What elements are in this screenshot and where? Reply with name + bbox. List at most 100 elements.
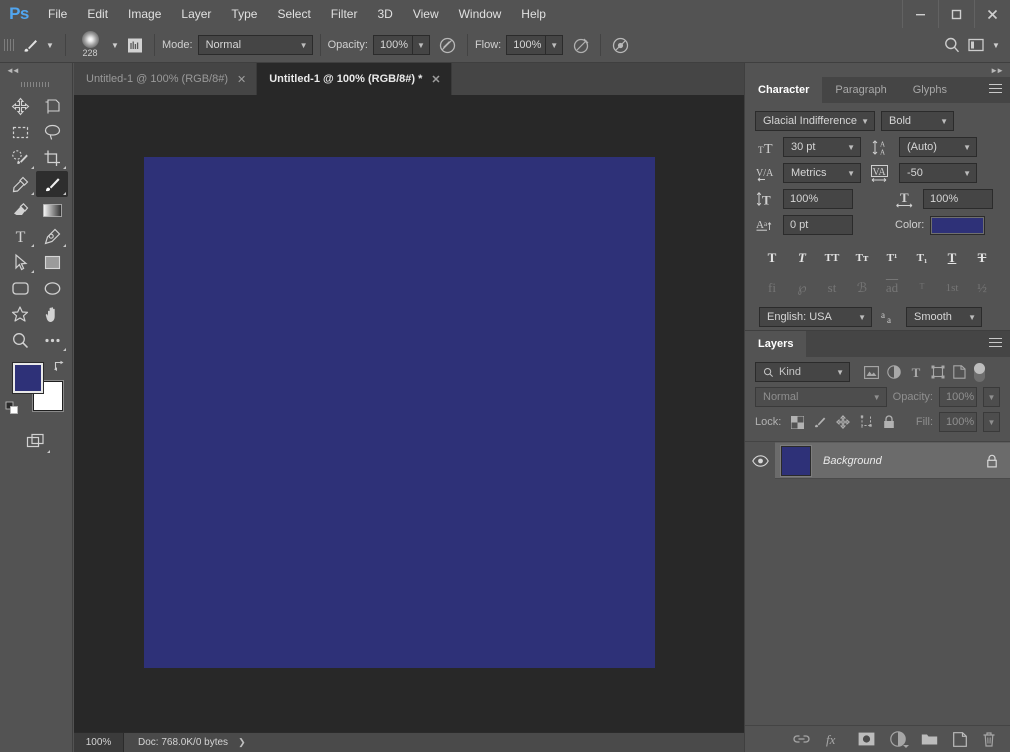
eyedropper-tool[interactable] (4, 171, 36, 197)
faux-italic-button[interactable]: T (789, 247, 815, 269)
rectangle-shape-tool[interactable] (36, 249, 68, 275)
flow-input[interactable]: 100% (506, 35, 547, 55)
default-colors-icon[interactable] (5, 401, 19, 415)
brush-tool-icon[interactable] (18, 34, 42, 56)
add-layer-mask-icon[interactable] (858, 732, 875, 746)
minimize-icon[interactable] (902, 0, 938, 28)
custom-shape-tool[interactable] (4, 301, 36, 327)
link-layers-icon[interactable] (793, 733, 810, 745)
foreground-color-swatch[interactable] (12, 362, 44, 394)
search-icon[interactable] (940, 33, 964, 57)
swash-button[interactable]: ℬ (849, 277, 875, 299)
small-caps-button[interactable]: Tт (849, 247, 875, 269)
new-group-icon[interactable] (921, 732, 938, 746)
eye-icon[interactable] (745, 454, 775, 467)
pixel-filter-icon[interactable] (864, 365, 879, 379)
menu-image[interactable]: Image (118, 0, 171, 28)
filter-enable-toggle[interactable] (974, 362, 985, 382)
move-tool[interactable] (4, 93, 36, 119)
hand-tool[interactable] (36, 301, 68, 327)
delete-layer-icon[interactable] (982, 731, 996, 747)
pressure-opacity-icon[interactable] (436, 33, 460, 57)
lock-transparent-pixels-icon[interactable] (791, 415, 805, 429)
lock-all-icon[interactable] (883, 415, 895, 429)
zoom-level-input[interactable]: 100% (74, 732, 124, 752)
workspace-caret[interactable]: ▼ (988, 35, 1004, 55)
antialias-select[interactable]: Smooth ▼ (906, 307, 982, 327)
menu-filter[interactable]: Filter (321, 0, 368, 28)
discretionary-ligatures-button[interactable]: st (819, 277, 845, 299)
fractions-button[interactable]: ½ (969, 277, 995, 299)
path-selection-tool[interactable] (4, 249, 36, 275)
faux-bold-button[interactable]: T (759, 247, 785, 269)
tab-layers[interactable]: Layers (745, 331, 807, 357)
tracking-select[interactable]: -50 ▼ (899, 163, 977, 183)
layer-row-background[interactable]: Background (745, 442, 1010, 479)
layer-blend-mode-select[interactable]: Normal ▼ (755, 387, 887, 407)
baseline-shift-input[interactable]: 0 pt (783, 215, 853, 235)
layer-row-content[interactable]: Background (775, 442, 1010, 479)
tab-paragraph[interactable]: Paragraph (822, 77, 900, 103)
tools-panel-grip[interactable] (0, 77, 72, 91)
strikethrough-button[interactable]: T (969, 247, 995, 269)
crop-tool[interactable] (36, 145, 68, 171)
leading-select[interactable]: (Auto) ▼ (899, 137, 977, 157)
document-tab-2[interactable]: Untitled-1 @ 100% (RGB/8#) * ✕ (257, 63, 452, 95)
menu-edit[interactable]: Edit (77, 0, 118, 28)
document-artboard[interactable] (144, 157, 655, 668)
document-tab-1[interactable]: Untitled-1 @ 100% (RGB/8#) ✕ (74, 63, 258, 95)
layer-fill-stepper[interactable]: ▼ (983, 412, 1000, 432)
brush-preset-preview[interactable]: 228 (73, 30, 107, 60)
chevron-right-icon[interactable]: ❯ (238, 737, 246, 748)
lasso-tool[interactable] (36, 119, 68, 145)
blend-mode-select[interactable]: Normal ▼ (197, 35, 313, 55)
screen-mode-icon[interactable] (20, 429, 52, 455)
layer-filter-kind-select[interactable]: Kind ▼ (755, 362, 850, 382)
rounded-rectangle-tool[interactable] (4, 275, 36, 301)
pressure-size-icon[interactable] (608, 33, 632, 57)
shape-filter-icon[interactable] (931, 365, 945, 379)
menu-layer[interactable]: Layer (171, 0, 221, 28)
titling-alternates-button[interactable]: ᵀ (909, 277, 935, 299)
tab-glyphs[interactable]: Glyphs (899, 77, 960, 103)
zoom-tool[interactable] (4, 327, 36, 353)
menu-file[interactable]: File (38, 0, 77, 28)
pen-tool[interactable] (36, 223, 68, 249)
collapse-panel-icon[interactable]: ◄◄ (0, 63, 72, 77)
close-icon[interactable]: ✕ (237, 73, 246, 86)
menu-help[interactable]: Help (511, 0, 556, 28)
type-filter-icon[interactable]: T (909, 365, 923, 379)
menu-type[interactable]: Type (221, 0, 267, 28)
menu-window[interactable]: Window (449, 0, 512, 28)
canvas-area[interactable] (74, 95, 744, 732)
type-tool[interactable]: T (4, 223, 36, 249)
superscript-button[interactable]: T¹ (879, 247, 905, 269)
opacity-input[interactable]: 100% (372, 35, 413, 55)
menu-select[interactable]: Select (267, 0, 320, 28)
tab-character[interactable]: Character (745, 77, 823, 103)
underline-button[interactable]: T (939, 247, 965, 269)
layer-fill-input[interactable]: 100% (939, 412, 977, 432)
font-style-select[interactable]: Bold ▼ (881, 111, 954, 131)
menu-view[interactable]: View (403, 0, 449, 28)
layer-thumbnail[interactable] (781, 445, 811, 476)
eraser-tool[interactable] (4, 197, 36, 223)
artboard-tool[interactable] (36, 93, 68, 119)
close-icon[interactable]: ✕ (431, 73, 440, 86)
kerning-select[interactable]: Metrics ▼ (783, 163, 861, 183)
rectangular-marquee-tool[interactable] (4, 119, 36, 145)
subscript-button[interactable]: T₁ (909, 247, 935, 269)
brush-panel-icon[interactable] (123, 33, 147, 57)
brush-preset-caret[interactable]: ▼ (42, 35, 58, 55)
panel-menu-icon[interactable] (989, 77, 1002, 103)
lock-artboard-nesting-icon[interactable] (859, 415, 874, 429)
layer-style-fx-icon[interactable]: fx (825, 732, 843, 747)
workspace-icon[interactable] (964, 33, 988, 57)
smart-object-filter-icon[interactable] (953, 365, 966, 379)
vertical-scale-input[interactable]: 100% (783, 189, 853, 209)
lock-position-icon[interactable] (836, 415, 851, 429)
document-info[interactable]: Doc: 768.0K/0 bytes ❯ (124, 732, 744, 752)
lock-image-pixels-icon[interactable] (813, 415, 827, 429)
flow-stepper[interactable]: ▼ (546, 35, 564, 55)
new-layer-icon[interactable] (953, 731, 967, 747)
